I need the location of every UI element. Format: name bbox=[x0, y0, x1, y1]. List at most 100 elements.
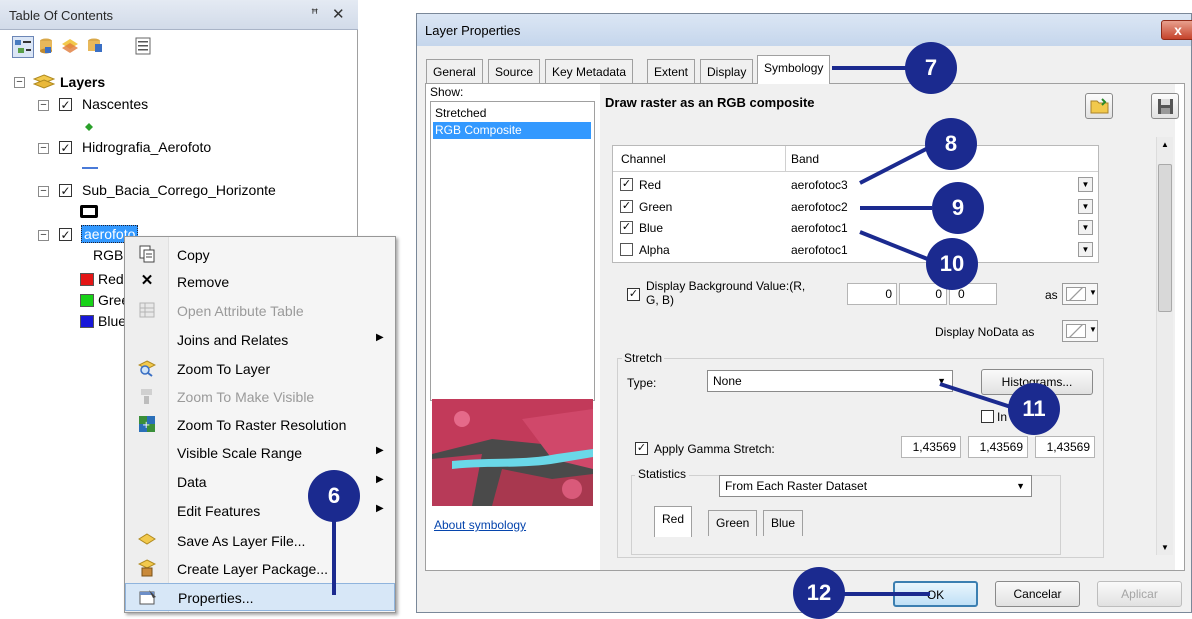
list-by-source-icon[interactable] bbox=[36, 36, 58, 58]
collapse-icon[interactable]: − bbox=[38, 230, 49, 241]
zoom-layer-icon bbox=[137, 359, 157, 377]
gamma-b-input[interactable]: 1,43569 bbox=[1035, 436, 1095, 458]
channel-checkbox[interactable] bbox=[620, 243, 633, 256]
stretch-label: Stretch bbox=[622, 351, 665, 365]
menu-item-visible-scale-range[interactable]: Visible Scale Range ▶ bbox=[125, 439, 395, 466]
tab-extent[interactable]: Extent bbox=[647, 59, 696, 83]
ok-button[interactable]: OK bbox=[893, 581, 978, 607]
collapse-icon[interactable]: − bbox=[38, 186, 49, 197]
tab-symbology[interactable]: Symbology bbox=[757, 55, 831, 84]
close-icon[interactable]: ✕ bbox=[332, 5, 345, 23]
band-column-header: Band bbox=[791, 152, 820, 166]
layer-visibility-checkbox[interactable]: ✓ bbox=[59, 98, 72, 111]
subtab-green[interactable]: Green bbox=[708, 510, 758, 536]
scroll-up-icon[interactable]: ▲ bbox=[1161, 140, 1169, 149]
stretch-type-combo[interactable]: None ▼ bbox=[707, 370, 953, 392]
gamma-r-input[interactable]: 1,43569 bbox=[901, 436, 961, 458]
band-dropdown-icon[interactable]: ▼ bbox=[1078, 199, 1093, 214]
layer-visibility-checkbox[interactable]: ✓ bbox=[59, 141, 72, 154]
band-dropdown-icon[interactable]: ▼ bbox=[1078, 242, 1093, 257]
band-dropdown-icon[interactable]: ▼ bbox=[1078, 177, 1093, 192]
layer-visibility-checkbox[interactable]: ✓ bbox=[59, 228, 72, 241]
collapse-icon[interactable]: − bbox=[38, 100, 49, 111]
vertical-scrollbar[interactable]: ▲ ▼ bbox=[1156, 137, 1173, 555]
pin-icon[interactable]: ꟸ bbox=[311, 6, 319, 22]
dropdown-arrow-icon: ▼ bbox=[1089, 325, 1097, 334]
show-label: Show: bbox=[430, 85, 464, 99]
layer-row[interactable]: − ✓ Hidrografia_Aerofoto bbox=[0, 138, 300, 158]
about-symbology-link[interactable]: About symbology bbox=[434, 518, 526, 532]
menu-item-remove[interactable]: ✕ Remove bbox=[125, 268, 395, 295]
options-icon[interactable] bbox=[133, 36, 155, 58]
list-by-visibility-icon[interactable] bbox=[60, 36, 82, 58]
as-label: as bbox=[1045, 288, 1058, 302]
menu-item-save-as-layer-file[interactable]: Save As Layer File... bbox=[125, 527, 395, 554]
callout-8: 8 bbox=[925, 118, 977, 170]
submenu-arrow-icon: ▶ bbox=[376, 445, 384, 456]
tab-source[interactable]: Source bbox=[488, 59, 541, 83]
channel-checkbox[interactable]: ✓ bbox=[620, 221, 633, 234]
collapse-icon[interactable]: − bbox=[38, 143, 49, 154]
layer-visibility-checkbox[interactable]: ✓ bbox=[59, 184, 72, 197]
cancel-button[interactable]: Cancelar bbox=[995, 581, 1080, 607]
show-item-rgb-composite[interactable]: RGB Composite bbox=[433, 122, 591, 139]
invert-label: In bbox=[997, 410, 1008, 424]
channel-checkbox[interactable]: ✓ bbox=[620, 178, 633, 191]
menu-item-create-layer-package[interactable]: Create Layer Package... bbox=[125, 555, 395, 582]
tab-general[interactable]: General bbox=[426, 59, 483, 83]
display-background-checkbox[interactable]: ✓ bbox=[627, 288, 640, 301]
scrollbar-thumb[interactable] bbox=[1158, 164, 1172, 312]
band-value[interactable]: aerofotoc1 bbox=[791, 243, 848, 257]
nodata-color-picker[interactable]: ▼ bbox=[1062, 320, 1098, 342]
callout-10: 10 bbox=[926, 238, 978, 290]
dialog-title-bar: Layer Properties x bbox=[417, 14, 1192, 46]
legend-item: Greer bbox=[80, 291, 134, 311]
channel-name: Alpha bbox=[639, 243, 670, 257]
band-value[interactable]: aerofotoc1 bbox=[791, 221, 848, 235]
invert-checkbox[interactable] bbox=[981, 410, 994, 423]
show-item-stretched[interactable]: Stretched bbox=[433, 105, 591, 122]
statistics-label: Statistics bbox=[635, 467, 690, 481]
show-list[interactable]: Stretched RGB Composite bbox=[430, 101, 595, 401]
layer-row[interactable]: − ✓ Sub_Bacia_Corrego_Horizonte bbox=[0, 181, 320, 201]
band-value[interactable]: aerofotoc2 bbox=[791, 200, 848, 214]
tab-key-metadata[interactable]: Key Metadata bbox=[545, 59, 634, 83]
svg-text:+: + bbox=[142, 420, 150, 431]
menu-item-zoom-to-raster-resolution[interactable]: + Zoom To Raster Resolution bbox=[125, 411, 395, 438]
apply-button[interactable]: Aplicar bbox=[1097, 581, 1182, 607]
band-dropdown-icon[interactable]: ▼ bbox=[1078, 220, 1093, 235]
background-color-picker[interactable]: ▼ bbox=[1062, 283, 1098, 305]
callout-7: 7 bbox=[905, 42, 957, 94]
channel-checkbox[interactable]: ✓ bbox=[620, 200, 633, 213]
menu-item-label: Joins and Relates bbox=[177, 332, 289, 348]
menu-item-label: Zoom To Layer bbox=[177, 361, 271, 377]
statistics-combo[interactable]: From Each Raster Dataset ▼ bbox=[719, 475, 1032, 497]
collapse-icon[interactable]: − bbox=[14, 77, 25, 88]
menu-item-zoom-to-make-visible[interactable]: Zoom To Make Visible bbox=[125, 383, 395, 410]
band-value[interactable]: aerofotoc3 bbox=[791, 178, 848, 192]
gamma-stretch-checkbox[interactable]: ✓ bbox=[635, 442, 648, 455]
menu-item-properties[interactable]: Properties... bbox=[125, 583, 395, 611]
channel-row: ✓ Blue aerofotoc1 ▼ bbox=[613, 218, 1098, 239]
layer-package-icon bbox=[137, 559, 157, 577]
legend-item: Red: bbox=[80, 270, 130, 290]
background-r-input[interactable]: 0 bbox=[847, 283, 897, 305]
scroll-down-icon[interactable]: ▼ bbox=[1161, 543, 1169, 552]
save-button[interactable] bbox=[1151, 93, 1179, 119]
dialog-close-button[interactable]: x bbox=[1161, 20, 1192, 40]
gamma-g-input[interactable]: 1,43569 bbox=[968, 436, 1028, 458]
submenu-arrow-icon: ▶ bbox=[376, 503, 384, 514]
list-by-selection-icon[interactable] bbox=[84, 36, 106, 58]
list-by-drawing-order-icon[interactable] bbox=[12, 36, 34, 58]
menu-item-zoom-to-layer[interactable]: Zoom To Layer bbox=[125, 355, 395, 382]
menu-item-open-attribute-table[interactable]: Open Attribute Table bbox=[125, 297, 395, 324]
menu-item-copy[interactable]: Copy bbox=[125, 241, 395, 268]
layers-root[interactable]: − Layers bbox=[0, 72, 300, 92]
subtab-red[interactable]: Red bbox=[654, 506, 693, 537]
subtab-blue[interactable]: Blue bbox=[763, 510, 804, 536]
open-file-button[interactable] bbox=[1085, 93, 1113, 119]
menu-item-joins-and-relates[interactable]: Joins and Relates ▶ bbox=[125, 326, 395, 353]
channel-band-grid: Channel Band ✓ Red aerofotoc3 ▼ ✓ Green … bbox=[612, 145, 1099, 263]
tab-display[interactable]: Display bbox=[700, 59, 754, 83]
layer-row[interactable]: − ✓ Nascentes bbox=[0, 95, 300, 115]
